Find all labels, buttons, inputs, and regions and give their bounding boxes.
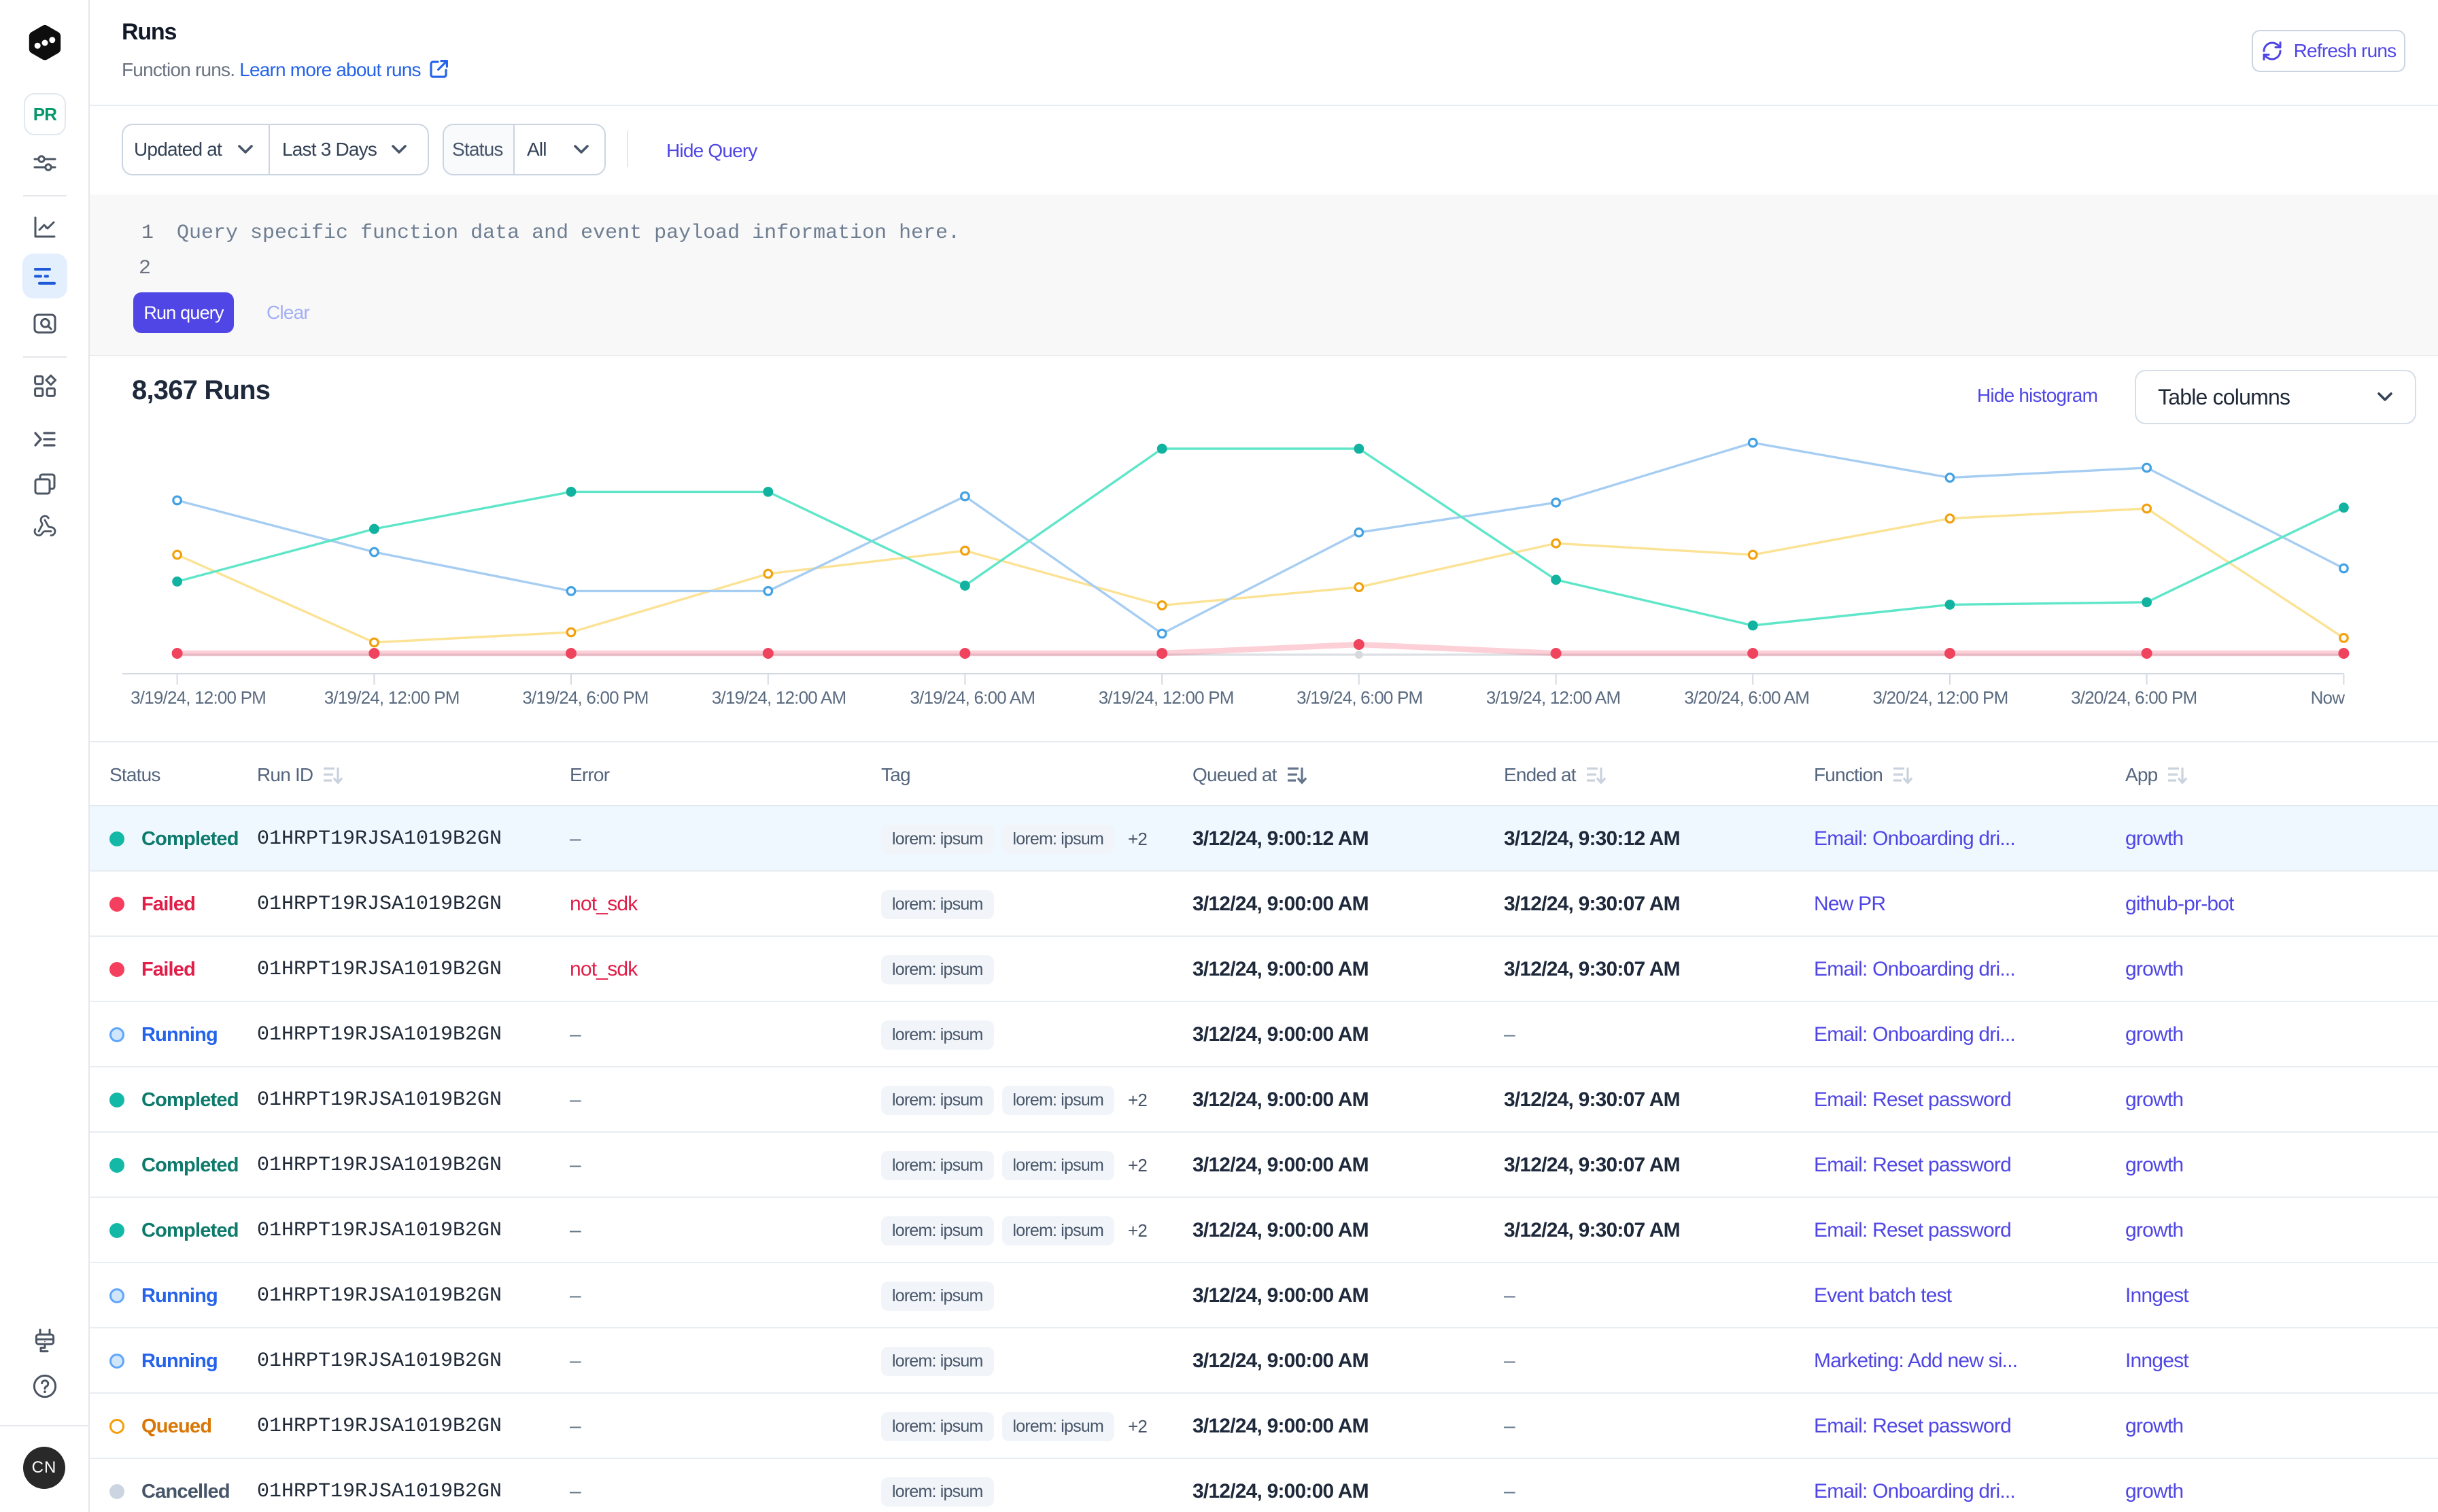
svg-text:3/19/24, 12:00 AM: 3/19/24, 12:00 AM: [712, 687, 846, 708]
svg-text:Now: Now: [2311, 687, 2346, 708]
svg-text:3/19/24, 12:00 PM: 3/19/24, 12:00 PM: [131, 687, 266, 708]
svg-text:3/19/24, 12:00 PM: 3/19/24, 12:00 PM: [324, 687, 460, 708]
svg-text:3/19/24, 12:00 PM: 3/19/24, 12:00 PM: [1099, 687, 1234, 708]
svg-text:3/20/24, 6:00 PM: 3/20/24, 6:00 PM: [2071, 687, 2197, 708]
svg-text:3/20/24, 12:00 PM: 3/20/24, 12:00 PM: [1873, 687, 2008, 708]
svg-text:3/19/24, 6:00 PM: 3/19/24, 6:00 PM: [1297, 687, 1422, 708]
svg-text:3/20/24, 6:00 AM: 3/20/24, 6:00 AM: [1684, 687, 1809, 708]
svg-text:3/19/24, 6:00 PM: 3/19/24, 6:00 PM: [522, 687, 648, 708]
svg-text:3/19/24, 12:00 AM: 3/19/24, 12:00 AM: [1486, 687, 1620, 708]
svg-text:3/19/24, 6:00 AM: 3/19/24, 6:00 AM: [910, 687, 1035, 708]
